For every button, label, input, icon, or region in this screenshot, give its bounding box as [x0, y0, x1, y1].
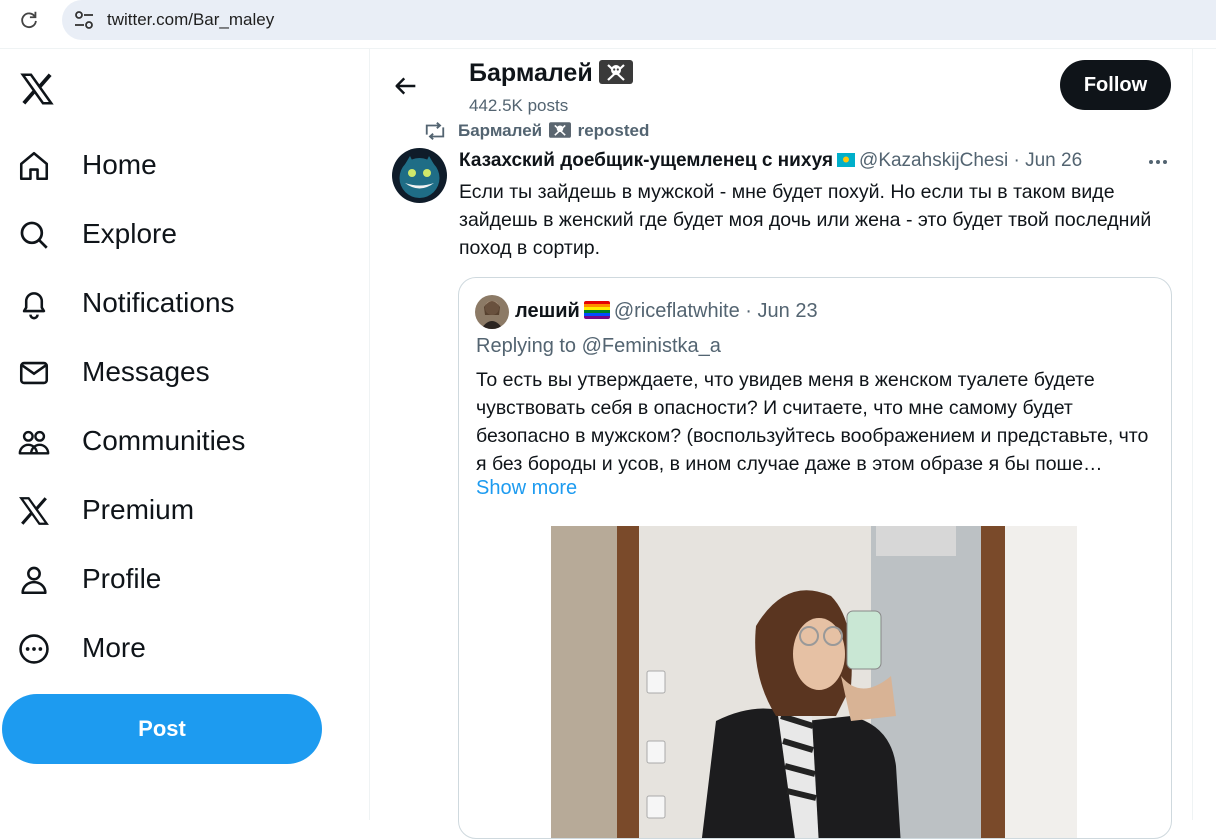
show-more-link[interactable]: Show more [476, 477, 577, 500]
nav-label: Explore [82, 218, 177, 249]
x-logo-icon [19, 497, 49, 525]
nav-item-more[interactable]: More [14, 619, 334, 677]
reposter-name[interactable]: Бармалей [458, 121, 542, 140]
quote-handle: @riceflatwhite [613, 300, 740, 322]
tweet-text: Если ты зайдешь в мужской - мне будет по… [459, 181, 1152, 259]
skull-crossbones-icon [548, 122, 571, 138]
home-icon [19, 151, 49, 181]
nav-label: Notifications [82, 287, 235, 318]
quote-header: леший @riceflatwhite · Jun 23 [515, 300, 818, 323]
follow-button[interactable]: Follow [1060, 60, 1171, 110]
nav-item-communities[interactable]: Communities [14, 412, 334, 470]
quote-date: · Jun 23 [745, 300, 818, 322]
x-logo-icon[interactable] [18, 70, 56, 108]
profile-name: Бармалей [469, 59, 593, 87]
nav-item-messages[interactable]: Messages [14, 343, 334, 401]
skull-crossbones-icon [598, 60, 633, 84]
nav-label: Communities [82, 425, 246, 456]
address-bar[interactable]: twitter.com/Bar_maley [62, 0, 1216, 40]
nav-item-profile[interactable]: Profile [14, 550, 334, 608]
browser-toolbar: twitter.com/Bar_maley [0, 0, 1216, 40]
tweet-header: Казахский доебщик-ущемленец с нихуя @Kaz… [459, 150, 1082, 172]
nav-label: Premium [82, 494, 195, 525]
nav-label: Home [82, 149, 157, 180]
repost-suffix: reposted [577, 121, 650, 140]
nav-item-explore[interactable]: Explore [14, 205, 334, 263]
reload-icon[interactable] [18, 9, 40, 31]
rainbow-flag-icon [583, 301, 610, 319]
envelope-icon [19, 361, 49, 385]
replying-prefix: Replying to [476, 335, 577, 357]
replying-mention[interactable]: @Feministka_a [582, 335, 721, 357]
nav-item-home[interactable]: Home [14, 136, 334, 194]
post-count: 442.5K posts [469, 96, 569, 115]
site-settings-icon[interactable] [72, 8, 96, 32]
avatar [475, 295, 509, 329]
more-options-icon[interactable] [1146, 152, 1170, 172]
nav-item-premium[interactable]: Premium [14, 481, 334, 539]
divider [1192, 49, 1193, 820]
nav-item-notifications[interactable]: Notifications [14, 274, 334, 332]
nav-label: Profile [82, 563, 162, 594]
bell-icon [22, 292, 46, 320]
quote-text: То есть вы утверждаете, что увидев меня … [476, 369, 1149, 475]
person-icon [21, 566, 47, 595]
tweet-author-name[interactable]: Казахский доебщик-ущемленец с нихуя [459, 150, 833, 171]
repost-icon [425, 122, 445, 140]
more-circle-icon [19, 634, 49, 664]
tweet-date[interactable]: · Jun 26 [1014, 150, 1083, 171]
avatar[interactable] [392, 148, 447, 203]
tweet-handle[interactable]: @KazahskijChesi [859, 150, 1008, 171]
divider [369, 49, 370, 820]
url-text: twitter.com/Bar_maley [107, 10, 275, 29]
quote-image[interactable] [551, 526, 1077, 838]
search-icon [20, 221, 48, 249]
kazakhstan-flag-icon [837, 153, 856, 167]
quote-author-name: леший [515, 300, 580, 322]
repost-label: Бармалей reposted [458, 121, 649, 141]
nav-label: Messages [82, 356, 210, 387]
back-arrow-icon[interactable] [392, 72, 420, 100]
people-icon [18, 430, 50, 455]
nav-label: More [82, 632, 146, 663]
profile-header-name: Бармалей [469, 59, 633, 88]
replying-to: Replying to @Feministka_a [476, 335, 721, 358]
post-button[interactable]: Post [2, 694, 322, 764]
quoted-tweet-card[interactable]: леший @riceflatwhite · Jun 23 Replying t… [458, 277, 1172, 839]
